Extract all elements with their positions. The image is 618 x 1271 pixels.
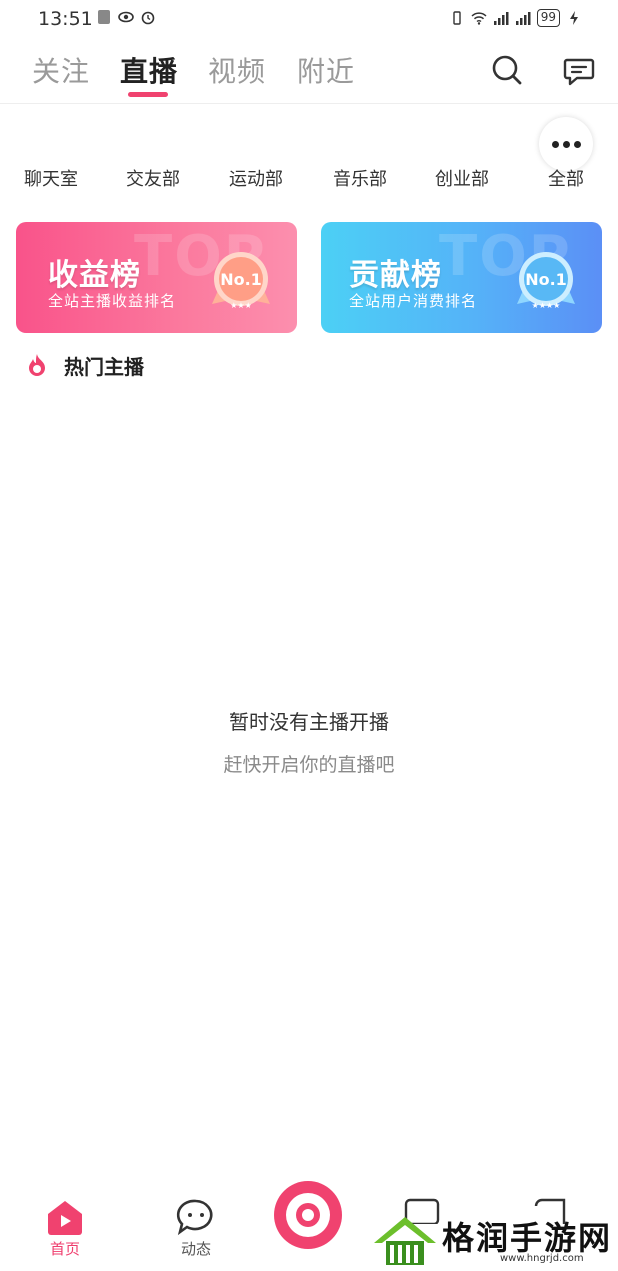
alarm-icon [141, 11, 155, 25]
income-ranking-card[interactable]: TOP 收益榜 全站主播收益排名 No.1 ★★★ [16, 222, 297, 333]
card-subtitle: 全站用户消费排名 [349, 292, 478, 310]
tab-nearby[interactable]: 附近 [297, 50, 355, 90]
live-camera-icon[interactable] [273, 1180, 343, 1250]
chat-bubble-icon [176, 1199, 213, 1236]
home-icon [48, 1201, 82, 1235]
category-startup[interactable]: 创业部 [435, 165, 489, 191]
dot [551, 140, 559, 148]
dot [573, 140, 581, 148]
battery-level: 99 [536, 9, 560, 27]
contribution-ranking-card[interactable]: TOP 贡献榜 全站用户消费排名 No.1 ★★★★ [321, 222, 602, 333]
top-tab-bar: 关注 直播 视频 附近 [0, 38, 618, 104]
nav-label: 首页 [49, 1240, 80, 1258]
search-icon[interactable] [489, 52, 525, 88]
category-music[interactable]: 音乐部 [333, 165, 387, 191]
category-all[interactable]: 全部 [548, 165, 584, 191]
section-title: 热门主播 [64, 354, 144, 379]
signal-icon [493, 12, 509, 25]
hot-streamers-header: 热门主播 [24, 350, 144, 380]
sim-icon [98, 10, 110, 24]
nav-label: 动态 [180, 1240, 211, 1258]
empty-state-subtitle: 赶快开启你的直播吧 [223, 754, 395, 776]
status-time: 13:51 [38, 8, 93, 30]
eye-icon [118, 11, 134, 23]
more-options-button[interactable] [539, 117, 593, 171]
svg-text:★★★: ★★★ [230, 301, 252, 310]
flame-icon [29, 354, 45, 376]
watermark-logo-icon [374, 1217, 436, 1265]
category-sports[interactable]: 运动部 [229, 165, 283, 191]
medal-label: No.1 [220, 270, 262, 289]
dot [562, 140, 570, 148]
card-subtitle: 全站主播收益排名 [48, 292, 177, 310]
active-tab-indicator [128, 92, 168, 97]
medal-label: No.1 [525, 270, 567, 289]
medal-icon: No.1 ★★★ [212, 252, 270, 310]
category-friends[interactable]: 交友部 [126, 165, 180, 191]
signal-icon [515, 12, 531, 25]
tab-video[interactable]: 视频 [208, 50, 266, 90]
charging-icon [570, 11, 578, 25]
watermark-url: www.hngrjd.com [500, 1253, 584, 1264]
medal-icon: No.1 ★★★★ [517, 252, 575, 310]
status-bar: 13:51 99 [0, 0, 618, 38]
tab-follow[interactable]: 关注 [32, 50, 90, 90]
card-title: 贡献榜 [349, 258, 442, 293]
wifi-icon [471, 12, 487, 25]
message-icon[interactable] [561, 52, 597, 88]
nav-home[interactable]: 首页 [35, 1176, 95, 1266]
svg-text:★★★★: ★★★★ [532, 301, 561, 310]
nav-moments[interactable]: 动态 [166, 1176, 226, 1266]
card-title: 收益榜 [48, 258, 141, 293]
empty-state-title: 暂时没有主播开播 [229, 710, 389, 734]
watermark: 格润手游网 www.hngrjd.com [372, 1211, 618, 1271]
tab-live[interactable]: 直播 [120, 50, 178, 90]
vibrate-icon [453, 11, 461, 25]
category-bar: 聊天室 交友部 运动部 音乐部 创业部 全部 [0, 165, 618, 195]
category-chatroom[interactable]: 聊天室 [24, 165, 78, 191]
